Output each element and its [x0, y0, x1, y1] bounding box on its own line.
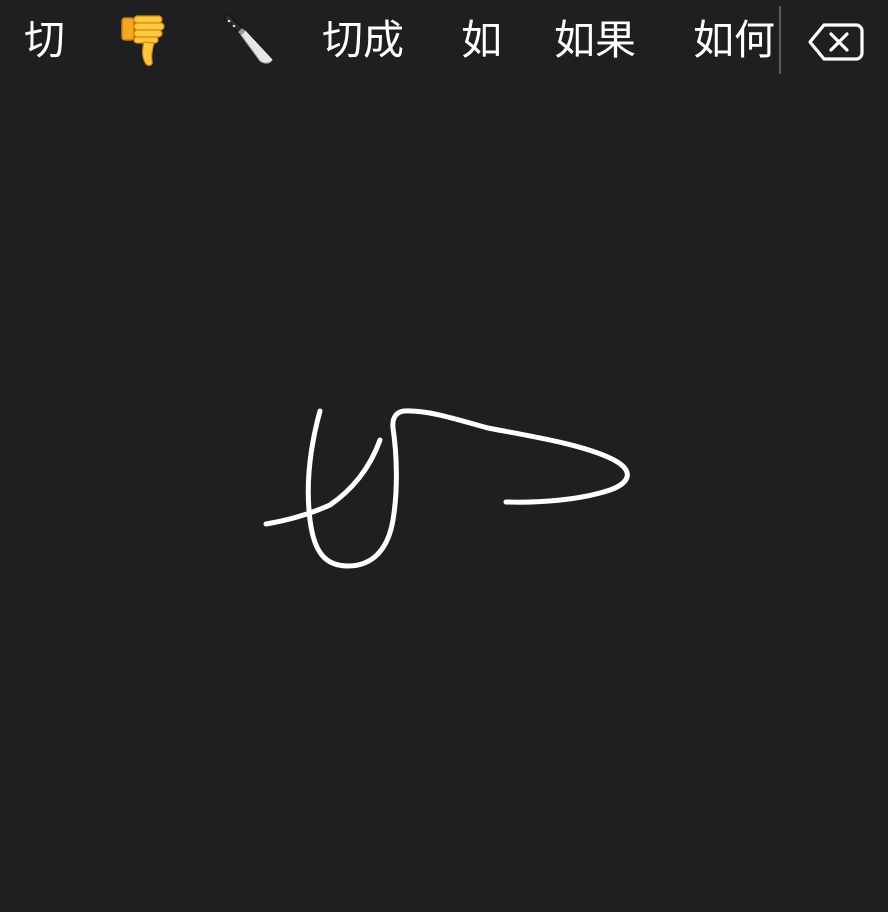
delete-backspace-icon — [808, 23, 864, 61]
kitchen-knife-icon — [223, 13, 273, 64]
candidate-ru[interactable]: 如 — [461, 10, 502, 70]
candidate-ruguo[interactable]: 如果 — [554, 10, 636, 70]
handwriting-stroke-2 — [263, 437, 383, 527]
handwriting-stroke-3 — [401, 408, 630, 505]
thumbs-down-emoji-icon[interactable] — [118, 12, 174, 68]
candidate-qie[interactable]: 切 — [24, 10, 65, 70]
handwriting-canvas[interactable] — [0, 82, 888, 912]
candidate-qiecheng[interactable]: 切成 — [322, 10, 404, 70]
thumbs-down-icon — [121, 15, 165, 67]
delete-key[interactable] — [806, 20, 866, 64]
candidate-separator — [779, 6, 781, 74]
candidate-bar: 切 切成 如 如果 如何 — [0, 0, 888, 82]
candidate-ruhe[interactable]: 如何 — [693, 10, 775, 70]
kitchen-knife-emoji-icon[interactable] — [220, 12, 276, 68]
handwriting-stroke-1 — [305, 408, 407, 569]
handwriting-strokes — [263, 408, 630, 569]
